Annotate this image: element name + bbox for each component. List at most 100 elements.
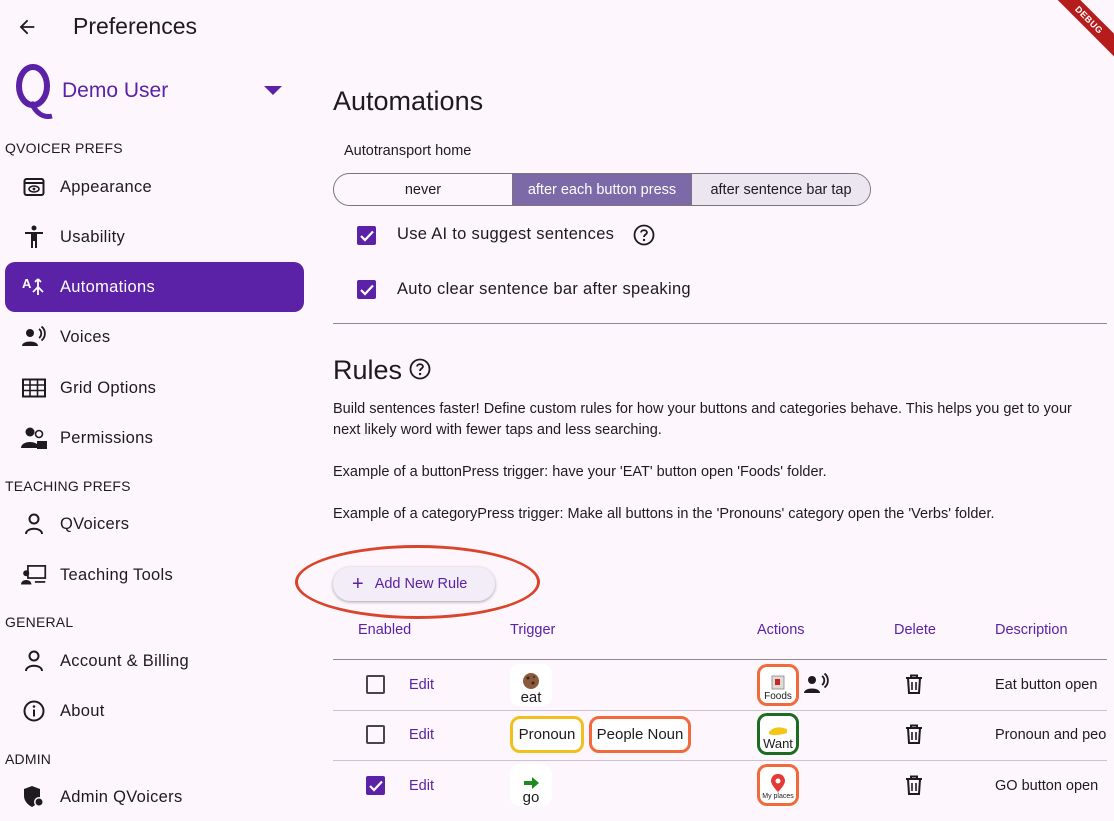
section-general: GENERAL — [5, 614, 74, 630]
autotransport-segmented-control: never after each button press after sent… — [333, 173, 871, 206]
appearance-icon — [21, 174, 47, 200]
table-row-divider — [333, 710, 1107, 711]
column-header-trigger: Trigger — [510, 622, 556, 638]
column-header-description: Description — [995, 622, 1068, 638]
highlight-circle-annotation — [295, 545, 540, 619]
check-icon — [368, 780, 383, 792]
speak-icon — [804, 673, 830, 695]
rule-enabled-checkbox[interactable] — [366, 776, 385, 795]
segment-after-each-button-press[interactable]: after each button press — [513, 174, 692, 205]
back-arrow-icon[interactable] — [12, 12, 42, 42]
delete-rule-icon[interactable] — [905, 724, 923, 744]
sidebar-item-account-billing[interactable]: Account & Billing — [5, 636, 304, 686]
check-icon — [359, 230, 374, 242]
rule-edit-link[interactable]: Edit — [409, 727, 434, 743]
section-teaching-prefs: TEACHING PREFS — [5, 478, 131, 494]
sidebar-item-about[interactable]: About — [5, 686, 304, 736]
delete-rule-icon[interactable] — [905, 775, 923, 795]
hand-icon — [769, 727, 787, 736]
grid-icon — [21, 375, 47, 401]
trigger-chip-people-noun[interactable]: People Noun — [589, 716, 691, 753]
food-box-icon — [771, 675, 785, 690]
trigger-chip-pronoun[interactable]: Pronoun — [510, 716, 584, 753]
voice-icon — [21, 324, 47, 350]
column-header-delete: Delete — [894, 622, 936, 638]
action-label: Want — [763, 736, 793, 751]
people-lock-icon — [21, 425, 47, 451]
sidebar-item-grid-options[interactable]: Grid Options — [5, 363, 304, 413]
rules-help-icon[interactable] — [409, 358, 431, 380]
sidebar-item-label: Account & Billing — [60, 651, 189, 670]
sidebar-item-label: QVoicers — [60, 514, 130, 533]
automations-heading: Automations — [333, 86, 484, 116]
accessibility-icon — [21, 224, 47, 250]
section-divider — [333, 323, 1107, 324]
rule-enabled-checkbox[interactable] — [366, 725, 385, 744]
sidebar-item-usability[interactable]: Usability — [5, 212, 304, 262]
sidebar-item-qvoicers[interactable]: QVoicers — [5, 499, 304, 549]
info-icon — [21, 698, 47, 724]
use-ai-label: Use AI to suggest sentences — [397, 225, 615, 243]
sidebar-item-label: Teaching Tools — [60, 565, 174, 584]
column-header-enabled: Enabled — [358, 622, 412, 638]
rule-edit-link[interactable]: Edit — [409, 677, 434, 693]
rules-description: Build sentences faster! Define custom ru… — [333, 401, 1072, 438]
sidebar-item-label: Appearance — [60, 177, 152, 196]
sidebar-item-automations[interactable]: A Automations — [5, 262, 304, 312]
sidebar-item-label: Permissions — [60, 428, 154, 447]
section-admin: ADMIN — [5, 751, 52, 767]
action-symbol-my-places[interactable]: My places — [757, 764, 799, 806]
table-header-divider — [333, 659, 1107, 660]
section-qvoicer-prefs: QVOICER PREFS — [5, 140, 123, 156]
sidebar-item-admin-qvoicers[interactable]: Admin QVoicers — [5, 772, 304, 821]
user-dropdown-icon[interactable] — [264, 86, 282, 95]
action-label: My places — [762, 793, 794, 800]
auto-clear-checkbox[interactable] — [357, 280, 376, 299]
use-ai-checkbox[interactable] — [357, 226, 376, 245]
sidebar-item-appearance[interactable]: Appearance — [5, 162, 304, 212]
table-row-divider — [333, 760, 1107, 761]
sidebar-item-label: Admin QVoicers — [60, 787, 183, 806]
auto-clear-label: Auto clear sentence bar after speaking — [397, 280, 691, 298]
debug-label: DEBUG — [1044, 0, 1114, 65]
trigger-label: go — [522, 789, 540, 806]
sidebar-item-label: About — [60, 701, 105, 720]
action-symbol-want[interactable]: Want — [757, 713, 799, 755]
person-icon — [21, 648, 47, 674]
rule-enabled-checkbox[interactable] — [366, 675, 385, 694]
person-icon — [21, 511, 47, 537]
rules-example-category: Example of a categoryPress trigger: Make… — [333, 506, 995, 522]
rules-heading: Rules — [333, 355, 403, 385]
action-symbol-foods[interactable]: Foods — [757, 664, 799, 706]
cookie-icon — [523, 673, 539, 689]
trigger-label: eat — [520, 689, 542, 706]
trigger-symbol-eat[interactable]: eat — [510, 664, 552, 706]
green-arrow-icon — [524, 777, 539, 789]
rule-edit-link[interactable]: Edit — [409, 778, 434, 794]
check-icon — [359, 284, 374, 296]
map-pin-icon — [771, 774, 785, 792]
sidebar-item-voices[interactable]: Voices — [5, 312, 304, 362]
help-icon[interactable] — [633, 224, 655, 246]
trigger-symbol-go[interactable]: go — [510, 764, 552, 806]
teacher-icon — [21, 562, 47, 588]
segment-after-sentence-bar-tap[interactable]: after sentence bar tap — [692, 174, 870, 205]
sidebar-item-permissions[interactable]: Permissions — [5, 413, 304, 463]
sidebar-item-label: Voices — [60, 327, 111, 346]
rule-description: GO button open — [995, 778, 1099, 794]
sidebar-item-label: Usability — [60, 227, 126, 246]
user-name: Demo User — [62, 79, 169, 102]
delete-rule-icon[interactable] — [905, 674, 923, 694]
column-header-actions: Actions — [757, 622, 805, 638]
debug-banner: DEBUG — [1044, 0, 1114, 70]
svg-text:A: A — [22, 276, 32, 291]
admin-shield-icon — [21, 784, 47, 810]
segment-never[interactable]: never — [334, 174, 513, 205]
sidebar-item-label: Grid Options — [60, 378, 157, 397]
rule-description: Pronoun and peo — [995, 727, 1107, 743]
sidebar-item-teaching-tools[interactable]: Teaching Tools — [5, 550, 304, 600]
page-title: Preferences — [73, 13, 198, 39]
sidebar-item-label: Automations — [60, 277, 156, 296]
rules-example-button: Example of a buttonPress trigger: have y… — [333, 464, 827, 480]
qvoice-logo — [14, 64, 54, 122]
